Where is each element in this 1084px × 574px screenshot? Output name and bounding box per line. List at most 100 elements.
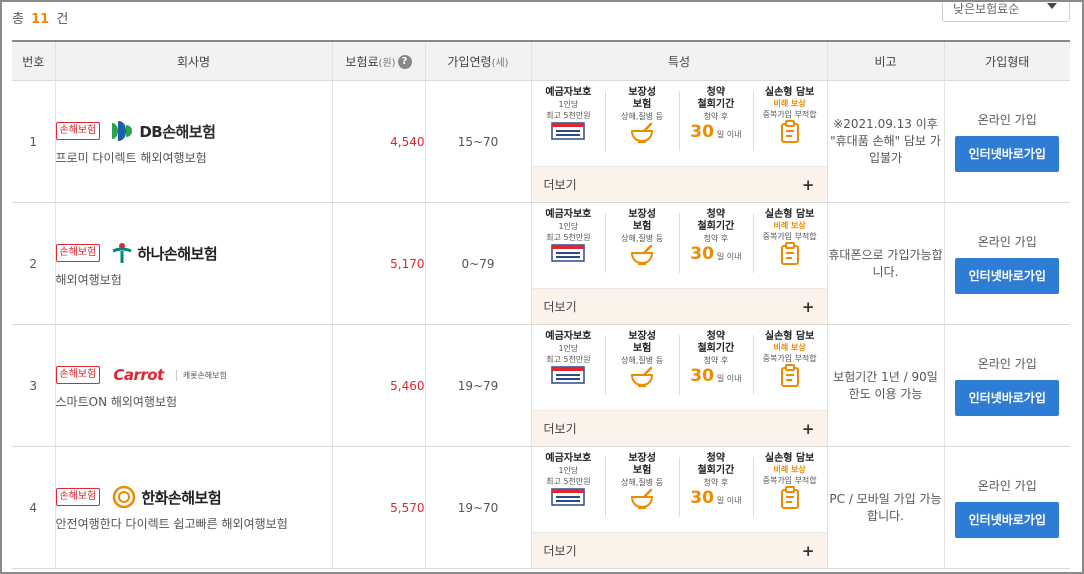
deposit-protection-icon bbox=[551, 122, 586, 140]
join-type: 온라인 가입 bbox=[977, 235, 1037, 249]
clipboard-icon bbox=[780, 364, 799, 387]
hana-logo-icon bbox=[112, 243, 132, 263]
col-features: 특성 bbox=[530, 40, 827, 81]
join-type: 온라인 가입 bbox=[977, 113, 1037, 127]
join-cell: 온라인 가입 인터넷바로가입 bbox=[943, 446, 1070, 569]
feature-actual-loss: 실손형 담보 비례 보상 중복가입 부적합 bbox=[752, 209, 827, 288]
feature-withdrawal-period: 청약 철회기간 청약 후 30 일 이내 bbox=[679, 209, 753, 288]
feature-deposit-protection: 예금자보호 1인당 최고 5천만원 bbox=[532, 87, 606, 166]
premium-value: 5,570 bbox=[331, 446, 425, 569]
row-number: 4 bbox=[12, 446, 55, 569]
feature-deposit-protection: 예금자보호 1인당 최고 5천만원 bbox=[532, 331, 606, 410]
feature-coverage-insurance: 보장성 보험 상해,질병 등 bbox=[605, 453, 679, 532]
feature-coverage-insurance: 보장성 보험 상해,질병 등 bbox=[605, 209, 679, 288]
mortar-pestle-icon bbox=[631, 366, 654, 387]
internet-join-button[interactable]: 인터넷바로가입 bbox=[955, 258, 1060, 294]
company-line: 손해보험 Carrot 캐롯손해보험 bbox=[55, 361, 332, 389]
clipboard-icon bbox=[780, 120, 799, 143]
help-icon[interactable]: ? bbox=[397, 55, 412, 69]
col-premium: 보험료(원)? bbox=[331, 40, 425, 81]
sort-select[interactable]: 낮은보험료순 bbox=[942, 2, 1070, 22]
features-cell: 예금자보호 1인당 최고 5천만원 보장성 보험 상해,질병 등 청약 철회기간… bbox=[530, 446, 827, 569]
row-number: 2 bbox=[12, 202, 55, 325]
product-name: 안전여행한다 다이렉트 쉽고빠른 해외여행보험 bbox=[55, 517, 288, 531]
more-toggle[interactable]: 더보기 + bbox=[531, 167, 827, 202]
product-name: 해외여행보험 bbox=[55, 273, 122, 287]
join-age: 0~79 bbox=[424, 202, 531, 325]
feature-coverage-insurance: 보장성 보험 상해,질병 등 bbox=[605, 331, 679, 410]
feature-withdrawal-period: 청약 철회기간 청약 후 30 일 이내 bbox=[679, 87, 753, 166]
product-name: 스마트ON 해외여행보험 bbox=[55, 395, 178, 409]
deposit-protection-icon bbox=[551, 366, 586, 384]
join-type: 온라인 가입 bbox=[977, 479, 1037, 493]
clipboard-icon bbox=[780, 486, 799, 509]
deposit-protection-icon bbox=[551, 488, 586, 506]
hanwha-logo-icon bbox=[113, 485, 136, 509]
insurance-type-badge: 손해보험 bbox=[55, 488, 101, 506]
feature-withdrawal-period: 청약 철회기간 청약 후 30 일 이내 bbox=[679, 453, 753, 532]
result-bar: 총 11 건 낮은보험료순 bbox=[2, 2, 1082, 40]
features-grid: 예금자보호 1인당 최고 5천만원 보장성 보험 상해,질병 등 청약 철회기간… bbox=[531, 325, 827, 411]
table-header: 번호 회사명 보험료(원)? 가입연령(세) 특성 비고 가입형태 bbox=[12, 40, 1070, 81]
mortar-pestle-icon bbox=[631, 244, 654, 265]
table-row: 4 손해보험 한화손해보험 안전여행한다 다이렉트 쉽고빠른 해외여행보험 5,… bbox=[12, 446, 1070, 569]
internet-join-button[interactable]: 인터넷바로가입 bbox=[955, 136, 1060, 172]
features-grid: 예금자보호 1인당 최고 5천만원 보장성 보험 상해,질병 등 청약 철회기간… bbox=[531, 203, 827, 289]
features-cell: 예금자보호 1인당 최고 5천만원 보장성 보험 상해,질병 등 청약 철회기간… bbox=[530, 202, 827, 325]
note-text: ※2021.09.13 이후 "휴대품 손해" 담보 가입불가 bbox=[826, 80, 944, 203]
product-name: 프로미 다이렉트 해외여행보험 bbox=[55, 151, 207, 165]
mortar-pestle-icon bbox=[631, 488, 654, 509]
plus-icon: + bbox=[801, 175, 815, 194]
col-note: 비고 bbox=[826, 40, 944, 81]
col-company: 회사명 bbox=[54, 40, 332, 81]
company-line: 손해보험 DB손해보험 bbox=[55, 117, 332, 145]
col-age: 가입연령(세) bbox=[424, 40, 531, 81]
total-count: 총 11 건 bbox=[12, 12, 69, 27]
internet-join-button[interactable]: 인터넷바로가입 bbox=[955, 380, 1060, 416]
chevron-down-icon bbox=[1047, 3, 1057, 9]
company-cell: 손해보험 하나손해보험 해외여행보험 bbox=[54, 202, 332, 325]
table-row: 2 손해보험 하나손해보험 해외여행보험 5,170 0~79 예금자보호 1인… bbox=[12, 202, 1070, 325]
features-cell: 예금자보호 1인당 최고 5천만원 보장성 보험 상해,질병 등 청약 철회기간… bbox=[530, 324, 827, 447]
company-logo: 한화손해보험 bbox=[110, 485, 222, 509]
table-row: 3 손해보험 Carrot 캐롯손해보험 스마트ON 해외여행보험 5,460 1… bbox=[12, 324, 1070, 447]
row-number: 3 bbox=[12, 324, 55, 447]
mortar-pestle-icon bbox=[631, 122, 654, 143]
more-toggle[interactable]: 더보기 + bbox=[531, 289, 827, 324]
plus-icon: + bbox=[801, 297, 815, 316]
more-toggle[interactable]: 더보기 + bbox=[531, 533, 827, 568]
clipboard-icon bbox=[780, 242, 799, 265]
company-line: 손해보험 하나손해보험 bbox=[55, 239, 332, 267]
note-text: 휴대폰으로 가입가능합니다. bbox=[826, 202, 944, 325]
premium-value: 4,540 bbox=[331, 80, 425, 203]
premium-value: 5,460 bbox=[331, 324, 425, 447]
feature-actual-loss: 실손형 담보 비례 보상 중복가입 부적합 bbox=[752, 331, 827, 410]
total-count-number: 11 bbox=[31, 12, 50, 27]
company-cell: 손해보험 Carrot 캐롯손해보험 스마트ON 해외여행보험 bbox=[54, 324, 332, 447]
feature-deposit-protection: 예금자보호 1인당 최고 5천만원 bbox=[532, 209, 606, 288]
join-cell: 온라인 가입 인터넷바로가입 bbox=[943, 324, 1070, 447]
feature-actual-loss: 실손형 담보 비례 보상 중복가입 부적합 bbox=[752, 453, 827, 532]
col-join: 가입형태 bbox=[943, 40, 1070, 81]
feature-actual-loss: 실손형 담보 비례 보상 중복가입 부적합 bbox=[752, 87, 827, 166]
company-logo: DB손해보험 bbox=[110, 119, 216, 143]
insurance-type-badge: 손해보험 bbox=[55, 244, 101, 262]
more-toggle[interactable]: 더보기 + bbox=[531, 411, 827, 446]
internet-join-button[interactable]: 인터넷바로가입 bbox=[955, 502, 1060, 538]
col-num: 번호 bbox=[12, 40, 55, 81]
company-line: 손해보험 한화손해보험 bbox=[55, 483, 332, 511]
note-text: PC / 모바일 가입 가능합니다. bbox=[826, 446, 944, 569]
insurance-type-badge: 손해보험 bbox=[55, 366, 101, 384]
insurance-table: 번호 회사명 보험료(원)? 가입연령(세) 특성 비고 가입형태 1 손해보험… bbox=[12, 40, 1070, 569]
db-logo-icon bbox=[112, 121, 133, 141]
feature-deposit-protection: 예금자보호 1인당 최고 5천만원 bbox=[532, 453, 606, 532]
plus-icon: + bbox=[801, 541, 815, 560]
join-age: 19~70 bbox=[424, 446, 531, 569]
page-frame: 총 11 건 낮은보험료순 번호 회사명 보험료(원)? 가입연령(세) 특성 … bbox=[0, 0, 1084, 574]
company-logo: Carrot 캐롯손해보험 bbox=[113, 366, 227, 384]
join-age: 19~79 bbox=[424, 324, 531, 447]
company-cell: 손해보험 한화손해보험 안전여행한다 다이렉트 쉽고빠른 해외여행보험 bbox=[54, 446, 332, 569]
premium-value: 5,170 bbox=[331, 202, 425, 325]
join-cell: 온라인 가입 인터넷바로가입 bbox=[943, 80, 1070, 203]
features-cell: 예금자보호 1인당 최고 5천만원 보장성 보험 상해,질병 등 청약 철회기간… bbox=[530, 80, 827, 203]
